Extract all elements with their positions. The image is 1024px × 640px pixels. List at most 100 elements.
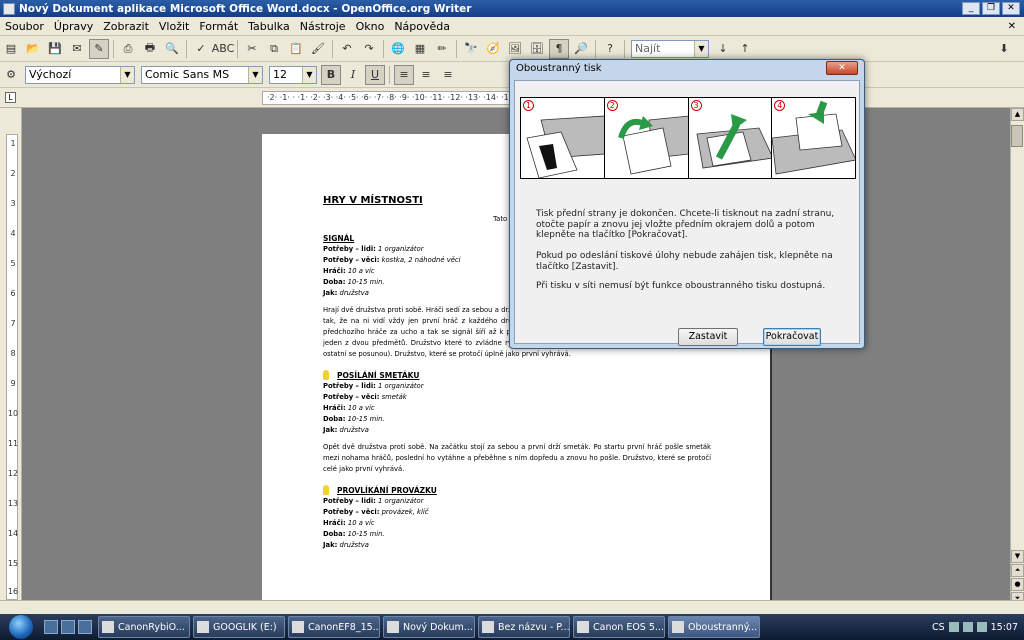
start-button[interactable] bbox=[4, 614, 38, 640]
paper-loaded-icon bbox=[772, 100, 855, 175]
paragraph-style-combo[interactable]: Výchozí ▼ bbox=[25, 65, 135, 84]
find-combo[interactable]: Najít ▼ bbox=[631, 39, 709, 58]
help-icon[interactable]: ? bbox=[600, 39, 620, 59]
menu-zobrazit[interactable]: Zobrazit bbox=[98, 20, 154, 33]
task-button[interactable]: Oboustranný... bbox=[668, 616, 760, 638]
undo-icon[interactable]: ↶ bbox=[337, 39, 357, 59]
continue-button[interactable]: Pokračovat bbox=[763, 328, 821, 346]
vertical-ruler[interactable]: 1 2 3 4 5 6 7 8 9 10 11 12 13 14 15 16 bbox=[0, 108, 22, 600]
italic-button[interactable]: I bbox=[343, 65, 363, 85]
task-button[interactable]: CanonRybiO... bbox=[98, 616, 190, 638]
scroll-thumb[interactable] bbox=[1011, 125, 1023, 147]
bold-button[interactable]: B bbox=[321, 64, 341, 85]
chevron-down-icon[interactable]: ▼ bbox=[302, 66, 316, 83]
font-size-combo[interactable]: 12 ▼ bbox=[269, 65, 317, 84]
stop-button[interactable]: Zastavit bbox=[678, 328, 738, 346]
find-replace-icon[interactable]: 🔭 bbox=[461, 39, 481, 59]
copy-icon[interactable]: ⧉ bbox=[264, 39, 284, 59]
navigator-icon[interactable]: 🧭 bbox=[483, 39, 503, 59]
tab-stop-icon[interactable]: L bbox=[5, 92, 16, 103]
task-button[interactable]: Nový Dokum... bbox=[383, 616, 475, 638]
scroll-up-icon[interactable]: ▲ bbox=[1011, 108, 1024, 121]
autospell-icon[interactable]: ABC bbox=[212, 39, 235, 59]
formatting-marks-icon[interactable]: ¶ bbox=[549, 38, 569, 59]
task-button[interactable]: Canon EOS 5... bbox=[573, 616, 665, 638]
find-next-down-icon[interactable]: ↓ bbox=[713, 39, 733, 59]
minimize-button[interactable]: _ bbox=[962, 2, 980, 15]
chevron-down-icon[interactable]: ▼ bbox=[694, 40, 708, 57]
cut-icon[interactable]: ✂ bbox=[242, 39, 262, 59]
menu-okno[interactable]: Okno bbox=[351, 20, 390, 33]
menu-napoveda[interactable]: Nápověda bbox=[389, 20, 455, 33]
menu-format[interactable]: Formát bbox=[194, 20, 243, 33]
menu-vlozit[interactable]: Vložit bbox=[154, 20, 194, 33]
underline-button[interactable]: U bbox=[365, 64, 385, 85]
section-paragraph: Opět dvě družstva proti sobě. Na začátku… bbox=[323, 443, 711, 473]
step-3-illustration: 3 bbox=[689, 98, 773, 178]
vertical-scrollbar[interactable]: ▲ ▼ ⏶ ● ⏷ bbox=[1010, 108, 1024, 605]
pushpin-icon bbox=[323, 485, 329, 495]
align-left-icon[interactable]: ≡ bbox=[394, 64, 414, 85]
format-paintbrush-icon[interactable]: 🖌 bbox=[308, 39, 328, 59]
menu-soubor[interactable]: Soubor bbox=[0, 20, 49, 33]
print-icon[interactable]: 🖶 bbox=[140, 39, 160, 59]
styles-formatting-icon[interactable]: ⚙ bbox=[1, 65, 21, 85]
clock[interactable]: 15:07 bbox=[991, 622, 1018, 633]
task-button[interactable]: GOOGLIK (E:) bbox=[193, 616, 285, 638]
gallery-icon[interactable]: 🖼 bbox=[505, 39, 525, 59]
dialog-close-button[interactable]: ✕ bbox=[826, 61, 858, 75]
hyperlink-icon[interactable]: 🌐 bbox=[388, 39, 408, 59]
menu-nastroje[interactable]: Nástroje bbox=[295, 20, 351, 33]
task-button[interactable]: Bez názvu - P... bbox=[478, 616, 570, 638]
font-name-combo[interactable]: Comic Sans MS ▼ bbox=[141, 65, 263, 84]
draw-functions-icon[interactable]: ✏ bbox=[432, 39, 452, 59]
data-sources-icon[interactable]: 🗄 bbox=[527, 39, 547, 59]
align-right-icon[interactable]: ≡ bbox=[438, 65, 458, 85]
align-center-icon[interactable]: ≡ bbox=[416, 65, 436, 85]
find-input[interactable]: Najít bbox=[635, 42, 694, 55]
status-bar bbox=[0, 600, 1024, 614]
paste-icon[interactable]: 📋 bbox=[286, 39, 306, 59]
task-button[interactable]: CanonEF8_15... bbox=[288, 616, 380, 638]
close-button[interactable]: ✕ bbox=[1002, 2, 1020, 15]
open-folder-icon[interactable]: 📂 bbox=[23, 39, 43, 59]
email-icon[interactable]: ✉ bbox=[67, 39, 87, 59]
spellcheck-icon[interactable]: ✓ bbox=[191, 39, 211, 59]
paint-icon bbox=[482, 621, 494, 633]
save-icon[interactable]: 💾 bbox=[45, 39, 65, 59]
new-document-icon[interactable]: ▤ bbox=[1, 39, 21, 59]
language-indicator[interactable]: CS bbox=[932, 622, 945, 633]
security-icon[interactable] bbox=[976, 622, 987, 632]
scroll-down-icon[interactable]: ▼ bbox=[1011, 550, 1024, 563]
update-notification-icon[interactable]: ⬇ bbox=[994, 39, 1014, 59]
ruler-mark: 6 bbox=[10, 289, 16, 298]
menu-tabulka[interactable]: Tabulka bbox=[243, 20, 295, 33]
export-pdf-icon[interactable]: ⎙ bbox=[118, 39, 138, 59]
image-file-icon bbox=[292, 621, 304, 633]
ruler-mark: 4 bbox=[10, 229, 16, 238]
find-previous-up-icon[interactable]: ↑ bbox=[735, 39, 755, 59]
zoom-icon[interactable]: 🔎 bbox=[571, 39, 591, 59]
ruler-mark: 8 bbox=[10, 349, 16, 358]
close-document-icon[interactable]: ✕ bbox=[1008, 21, 1016, 32]
menu-upravy[interactable]: Úpravy bbox=[49, 20, 98, 33]
chevron-down-icon[interactable]: ▼ bbox=[248, 66, 262, 83]
show-desktop-icon[interactable] bbox=[44, 620, 58, 634]
navigation-icon[interactable]: ● bbox=[1011, 578, 1024, 591]
switch-windows-icon[interactable] bbox=[61, 620, 75, 634]
print-preview-icon[interactable]: 🔍 bbox=[162, 39, 182, 59]
step-number: 1 bbox=[523, 100, 534, 111]
restore-button[interactable]: ❐ bbox=[982, 2, 1000, 15]
table-icon[interactable]: ▦ bbox=[410, 39, 430, 59]
edit-mode-icon[interactable]: ✎ bbox=[89, 38, 109, 59]
redo-icon[interactable]: ↷ bbox=[359, 39, 379, 59]
volume-icon[interactable] bbox=[962, 622, 973, 632]
ruler-mark: 10 bbox=[7, 409, 19, 418]
chevron-down-icon[interactable]: ▼ bbox=[120, 66, 134, 83]
previous-page-icon[interactable]: ⏶ bbox=[1011, 564, 1024, 577]
duplex-print-dialog: Oboustranný tisk ✕ 1 2 3 4 Tisk přední s… bbox=[509, 59, 865, 349]
browser-icon[interactable] bbox=[78, 620, 92, 634]
writer-icon bbox=[387, 621, 399, 633]
network-icon[interactable] bbox=[948, 622, 959, 632]
ruler-mark: 7 bbox=[10, 319, 16, 328]
